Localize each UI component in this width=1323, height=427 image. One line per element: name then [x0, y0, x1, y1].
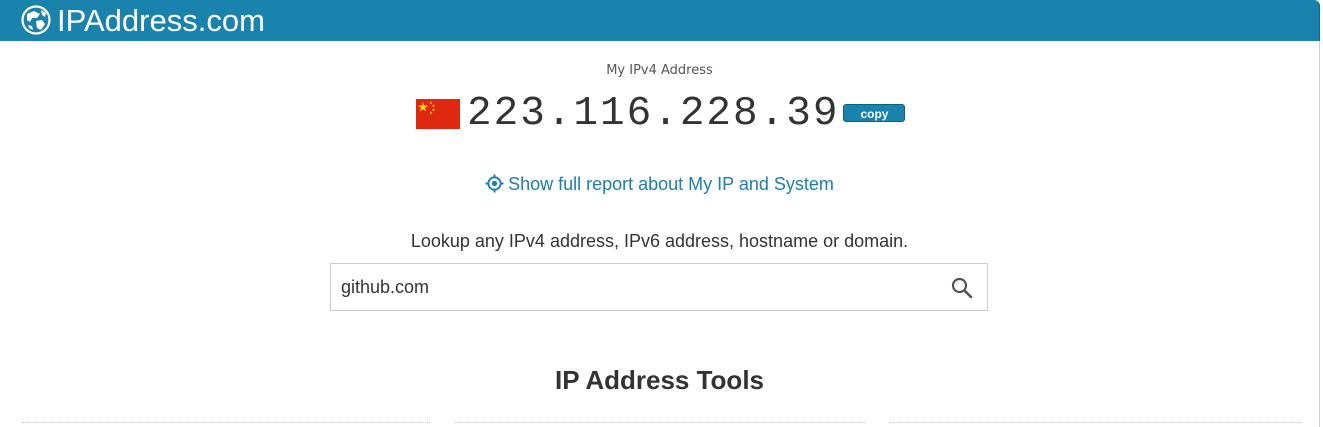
site-header: IPAddress.com — [0, 0, 1320, 41]
target-icon[interactable] — [485, 174, 504, 193]
tools-divider — [22, 422, 430, 423]
ipv4-label: My IPv4 Address — [606, 63, 713, 78]
ipv4-row: 223.116.228.39 copy — [416, 90, 906, 138]
tools-divider — [455, 422, 865, 423]
copy-ip-button[interactable]: copy — [843, 104, 906, 122]
full-report-link[interactable]: Show full report about My IP and System — [508, 174, 834, 194]
china-flag-icon — [416, 99, 460, 129]
site-logo-link[interactable]: IPAddress.com — [57, 0, 265, 41]
search-icon[interactable] — [951, 277, 973, 299]
page: IPAddress.com My IPv4 Address 223.116.22… — [0, 0, 1323, 427]
full-report-row: Show full report about My IP and System — [0, 174, 1319, 195]
page-edge-rule — [1319, 41, 1320, 427]
globe-icon[interactable] — [21, 5, 51, 35]
lookup-search-box — [330, 263, 988, 311]
lookup-instruction: Lookup any IPv4 address, IPv6 address, h… — [410, 231, 909, 251]
ipv4-address-value: 223.116.228.39 — [467, 91, 840, 137]
lookup-input[interactable] — [341, 264, 921, 310]
tools-heading: IP Address Tools — [554, 365, 764, 395]
tools-divider — [889, 422, 1301, 423]
